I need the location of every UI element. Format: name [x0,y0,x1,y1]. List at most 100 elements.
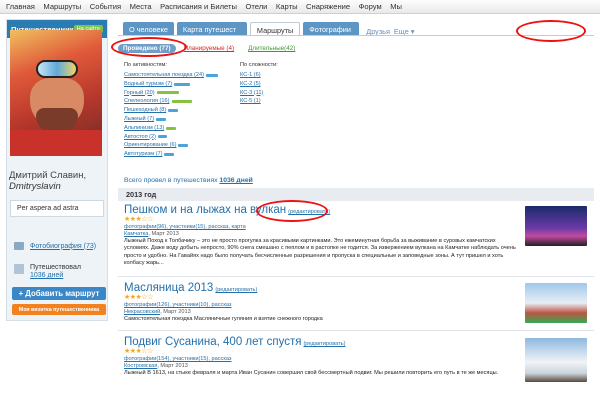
route-thumbnail[interactable] [525,283,587,323]
user-name: Дмитрий Славин, Dmitryslavin [9,170,86,192]
activity-bar [174,82,191,86]
activity-bar [168,109,179,113]
nav-item[interactable]: Снаряжение [306,2,350,11]
activity-label: Ориентирование (6) [124,142,177,149]
tab-photos[interactable]: Фотографии [303,22,360,36]
travel-days: Путешествовал 1036 дней [14,264,81,280]
traveler-card-button[interactable]: Моя визитка путешественника [12,304,106,315]
nav-item[interactable]: Места [130,2,152,11]
difficulty-item[interactable]: КС-5 (1) [240,97,263,106]
route-entry: Пешком и на лыжах на вулкан (редактироват… [124,204,520,267]
nav-item[interactable]: Отели [245,2,267,11]
nav-item[interactable]: События [90,2,121,11]
activity-label: Лыжный (7) [124,115,155,122]
activity-bar [156,117,167,121]
route-place[interactable]: Костромская [124,363,157,369]
entry-divider [118,276,594,277]
route-date: , Март 2013 [157,363,188,369]
login-name: Dmitryslavin [9,181,61,192]
activity-label: Водный туризм (7) [124,80,173,87]
nav-item[interactable]: Главная [6,2,35,11]
activity-bar [158,135,168,139]
difficulty-item[interactable]: КС-2 (5) [240,80,263,89]
photo-jacket [10,130,102,156]
full-name: Дмитрий Славин, [9,170,87,181]
route-thumbnail[interactable] [525,206,587,246]
camera-icon [14,242,24,250]
activity-item[interactable]: Самостоятельная поездка (24) [124,71,219,80]
route-entry: Подвиг Сусанина, 400 лет спустя (редактир… [124,336,520,377]
route-meta-links[interactable]: фотографии(154), участники(15), рассказ [124,356,520,363]
filter-long[interactable]: Длительные(42) [248,45,295,52]
route-title[interactable]: Пешком и на лыжах на вулкан [124,204,286,216]
travel-days-link[interactable]: 1036 дней [30,272,63,279]
route-title[interactable]: Масляница 2013 [124,282,213,294]
top-navigation: Главная Маршруты События Места Расписания и … [0,0,600,14]
highlight-circle [516,20,586,42]
activity-header: По активностям: [124,62,167,68]
nav-item[interactable]: Карты [276,2,298,11]
rating-stars: ★★★☆☆ [124,294,153,301]
route-thumbnail[interactable] [525,338,587,382]
difficulty-item[interactable]: КС-3 (11) [240,89,263,98]
travel-label: Путешествовал [30,264,81,271]
activity-bar [206,73,219,77]
activity-item[interactable]: Водный туризм (7) [124,80,218,89]
tab-map[interactable]: Карта путешест [176,22,247,36]
profile-tabs: О человеке Карта путешест Маршруты Фотог… [123,21,414,36]
rating-stars: ★★★☆☆ [124,348,153,355]
edit-link[interactable]: (редактировать) [215,287,257,293]
tab-about[interactable]: О человеке [123,22,174,36]
activity-label: Горный (20) [124,89,155,96]
difficulty-list: КС-1 (6) КС-2 (5) КС-3 (11) КС-5 (1) [240,71,263,106]
route-date: , Март 2013 [160,309,191,315]
add-route-button[interactable]: + Добавить маршрут [12,287,106,300]
route-description: Лыжный В 1613, на стыке февраля и марта … [124,370,499,376]
map-icon [14,264,24,274]
activity-label: Спелеология (16) [124,98,170,105]
activity-bar [164,153,175,157]
nav-item[interactable]: Мы [390,2,402,11]
route-date: , Март 2013 [148,231,179,237]
activity-list: Самостоятельная поездка (24) Водный туриз… [124,71,219,159]
edit-link[interactable]: (редактировать) [303,341,345,347]
activity-item[interactable]: Горный (20) [124,89,218,98]
photo-beard [36,108,78,132]
activity-item[interactable]: Ориентирование (6) [124,141,218,150]
difficulty-header: По сложности: [240,62,278,68]
route-place[interactable]: Камчатка [124,231,148,237]
total-travel: Всего провел в путешествиях 1036 дней [124,177,253,184]
tab-routes[interactable]: Маршруты [249,22,301,36]
tabs-divider [118,35,594,36]
activity-item[interactable]: Спелеология (16) [124,97,218,106]
photobiography-link[interactable]: Фотобиография (73) [14,242,96,250]
profile-photo[interactable] [10,30,102,156]
route-place[interactable]: Некрасовский [124,309,160,315]
route-description: Лыжный Поход к Толбачику – это не просто… [124,238,516,266]
activity-bar [166,126,177,130]
entry-divider [118,330,594,331]
activity-item[interactable]: Автотуризм (7) [124,150,218,159]
route-meta-links[interactable]: фотографии(126), участники(10), рассказ [124,302,520,309]
filter-done[interactable]: Проведено (77) [118,44,176,53]
total-days-link[interactable]: 1036 дней [219,177,252,184]
activity-bar [178,144,189,148]
route-filters: Проведено (77) Планируемые (4) Длительны… [118,44,295,53]
edit-link[interactable]: (редактировать) [288,209,330,215]
nav-item[interactable]: Маршруты [43,2,81,11]
activity-item[interactable]: Лыжный (7) [124,115,218,124]
nav-item[interactable]: Расписания и Билеты [160,2,237,11]
activity-item[interactable]: Альпинизм (13) [124,124,218,133]
activity-item[interactable]: Пешеходный (8) [124,106,218,115]
nav-item[interactable]: Форум [359,2,382,11]
route-title[interactable]: Подвиг Сусанина, 400 лет спустя [124,336,301,348]
activity-item[interactable]: Автостоп (2) [124,133,218,142]
route-meta-links[interactable]: фотографии(96), участники(15), рассказ, … [124,224,520,231]
rating-stars: ★★★☆☆ [124,216,153,223]
activity-label: Пешеходный (8) [124,107,167,114]
difficulty-item[interactable]: КС-1 (6) [240,71,263,80]
photobiography-label: Фотобиография (73) [30,242,97,250]
total-label: Всего провел в путешествиях [124,177,218,184]
filter-planned[interactable]: Планируемые (4) [184,45,235,52]
route-entry: Масляница 2013 (редактировать) ★★★☆☆ фото… [124,282,520,323]
